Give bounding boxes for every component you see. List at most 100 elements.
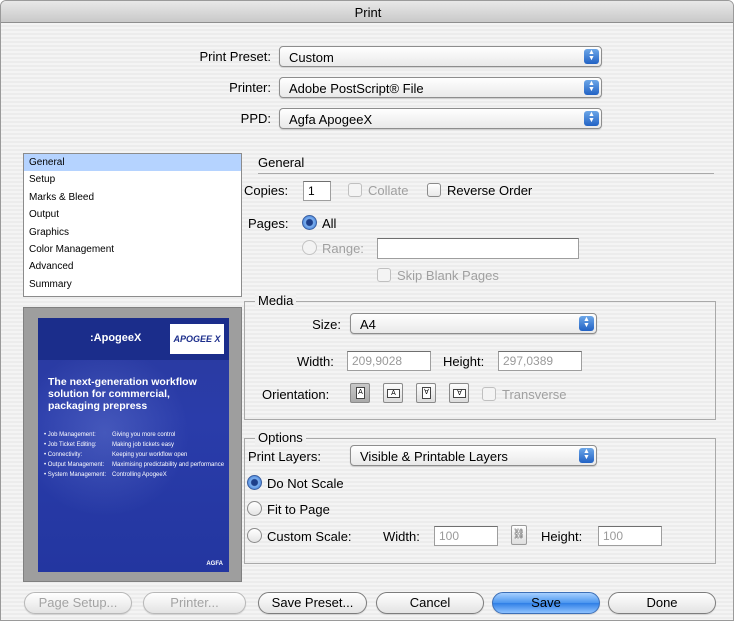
bullet-desc: Making job tickets easy xyxy=(112,442,175,448)
popup-arrows-icon: ▲ ▼ xyxy=(584,111,599,126)
ppd-value: Agfa ApogeeX xyxy=(289,112,373,127)
printer-popup[interactable]: Adobe PostScript® File ▲ ▼ xyxy=(279,77,602,98)
section-divider xyxy=(258,173,714,174)
ppd-label: PPD: xyxy=(240,111,271,126)
sidebar-item-advanced[interactable]: Advanced xyxy=(24,258,241,275)
collate-checkbox[interactable] xyxy=(348,183,362,197)
list-item: • Output Management: Maximising predictab… xyxy=(44,460,226,470)
custom-scale-radio[interactable] xyxy=(247,528,262,543)
bullet-desc: Maximising predictability and performanc… xyxy=(112,462,225,468)
height-label: Height: xyxy=(443,354,485,369)
sidebar-item-general[interactable]: General xyxy=(24,154,241,172)
do-not-scale-label: Do Not Scale xyxy=(267,476,344,491)
fit-to-page-radio[interactable] xyxy=(247,501,262,516)
pages-range-label: Range: xyxy=(322,241,364,256)
pages-label: Pages: xyxy=(248,216,289,231)
list-item: • Job Ticket Editing: Making job tickets … xyxy=(44,440,226,450)
print-layers-label: Print Layers: xyxy=(248,449,321,464)
ppd-popup[interactable]: Agfa ApogeeX ▲ ▼ xyxy=(279,108,602,129)
sidebar-item-marks-bleed[interactable]: Marks & Bleed xyxy=(24,189,241,206)
sidebar-item-color-management[interactable]: Color Management xyxy=(24,241,241,258)
print-preset-value: Custom xyxy=(289,50,334,65)
width-label: Width: xyxy=(297,354,334,369)
done-button[interactable]: Done xyxy=(608,592,716,614)
range-field[interactable] xyxy=(377,238,579,259)
pages-range-radio[interactable] xyxy=(302,240,317,255)
skip-blank-label: Skip Blank Pages xyxy=(397,268,499,283)
do-not-scale-radio[interactable] xyxy=(247,475,262,490)
print-dialog: Print Print Preset: Custom ▲ ▼ Printer: A… xyxy=(0,0,734,621)
size-value: A4 xyxy=(360,317,376,332)
apogee-logo-icon: APOGEE X xyxy=(170,324,224,354)
preview-headline: The next-generation workflow solution fo… xyxy=(48,376,197,412)
sidebar-item-setup[interactable]: Setup xyxy=(24,171,241,188)
preview-header: :ApogeeX APOGEE X xyxy=(38,318,229,360)
scale-height-label: Height: xyxy=(541,529,583,544)
options-group-title: Options xyxy=(255,430,306,445)
bullet-term: • System Management: xyxy=(44,472,107,478)
transverse-checkbox[interactable] xyxy=(482,387,496,401)
bullet-term: • Job Ticket Editing: xyxy=(44,442,97,448)
scale-width-label: Width: xyxy=(383,529,420,544)
preview-page: :ApogeeX APOGEE X The next-generation wo… xyxy=(38,318,229,572)
print-layers-value: Visible & Printable Layers xyxy=(360,449,508,464)
popup-arrows-icon: ▲ ▼ xyxy=(584,80,599,95)
size-popup[interactable]: A4 ▲ ▼ xyxy=(350,313,597,334)
pages-all-label: All xyxy=(322,216,337,231)
popup-arrows-icon: ▲ ▼ xyxy=(584,49,599,64)
page-preview: :ApogeeX APOGEE X The next-generation wo… xyxy=(23,307,242,582)
orientation-portrait-icon[interactable]: A xyxy=(350,383,370,403)
transverse-label: Transverse xyxy=(502,387,567,402)
list-item: • Connectivity: Keeping your workflow ope… xyxy=(44,450,226,460)
cancel-button[interactable]: Cancel xyxy=(376,592,484,614)
scale-width-field[interactable]: 100 xyxy=(434,526,498,546)
reverse-order-checkbox[interactable] xyxy=(427,183,441,197)
collate-label: Collate xyxy=(368,183,409,198)
chain-link-icon[interactable]: ⛓ xyxy=(511,525,527,545)
printer-label: Printer: xyxy=(229,80,271,95)
copies-field[interactable]: 1 xyxy=(303,181,331,201)
orientation-reverse-landscape-icon[interactable]: ∀ xyxy=(449,383,469,403)
sidebar-item-graphics[interactable]: Graphics xyxy=(24,224,241,241)
bullet-term: • Output Management: xyxy=(44,462,105,468)
bullet-term: • Connectivity: xyxy=(44,452,83,458)
list-item: • System Management: Controlling ApogeeX xyxy=(44,470,226,480)
sidebar-item-output[interactable]: Output xyxy=(24,206,241,223)
save-button[interactable]: Save xyxy=(492,592,600,614)
printer-button[interactable]: Printer... xyxy=(143,592,246,614)
window-title: Print xyxy=(354,5,382,20)
print-preset-label: Print Preset: xyxy=(199,49,271,64)
bullet-term: • Job Management: xyxy=(44,432,96,438)
media-group-title: Media xyxy=(255,293,297,308)
size-label: Size: xyxy=(312,317,341,332)
bullet-desc: Controlling ApogeeX xyxy=(112,472,167,478)
orientation-reverse-portrait-icon[interactable]: ∀ xyxy=(416,383,436,403)
copies-label: Copies: xyxy=(244,183,289,198)
list-item: • Job Management: Giving you more control xyxy=(44,430,226,440)
panel-list: General Setup Marks & Bleed Output Graph… xyxy=(23,153,242,297)
pages-all-radio[interactable] xyxy=(302,215,317,230)
width-field[interactable]: 209,9028 xyxy=(347,351,431,371)
sidebar-item-summary[interactable]: Summary xyxy=(24,276,241,293)
fit-to-page-label: Fit to Page xyxy=(267,502,330,517)
print-preset-popup[interactable]: Custom ▲ ▼ xyxy=(279,46,602,67)
skip-blank-checkbox[interactable] xyxy=(377,268,391,282)
agfa-logo-icon: AGFA xyxy=(206,561,223,567)
height-field[interactable]: 297,0389 xyxy=(498,351,582,371)
popup-arrows-icon: ▲ ▼ xyxy=(579,448,594,463)
bullet-desc: Giving you more control xyxy=(112,432,176,438)
orientation-landscape-icon[interactable]: A xyxy=(383,383,403,403)
popup-arrows-icon: ▲ ▼ xyxy=(579,316,594,331)
print-layers-popup[interactable]: Visible & Printable Layers ▲ ▼ xyxy=(350,445,597,466)
scale-height-field[interactable]: 100 xyxy=(598,526,662,546)
preview-bullets: • Job Management: Giving you more control… xyxy=(44,430,226,480)
orientation-label: Orientation: xyxy=(262,387,330,402)
preview-brand: :ApogeeX xyxy=(90,332,142,344)
page-setup-button[interactable]: Page Setup... xyxy=(24,592,132,614)
reverse-order-label: Reverse Order xyxy=(447,183,533,198)
custom-scale-label: Custom Scale: xyxy=(267,529,352,544)
bullet-desc: Keeping your workflow open xyxy=(112,452,188,458)
section-title: General xyxy=(258,155,305,170)
save-preset-button[interactable]: Save Preset... xyxy=(258,592,367,614)
printer-value: Adobe PostScript® File xyxy=(289,81,424,96)
